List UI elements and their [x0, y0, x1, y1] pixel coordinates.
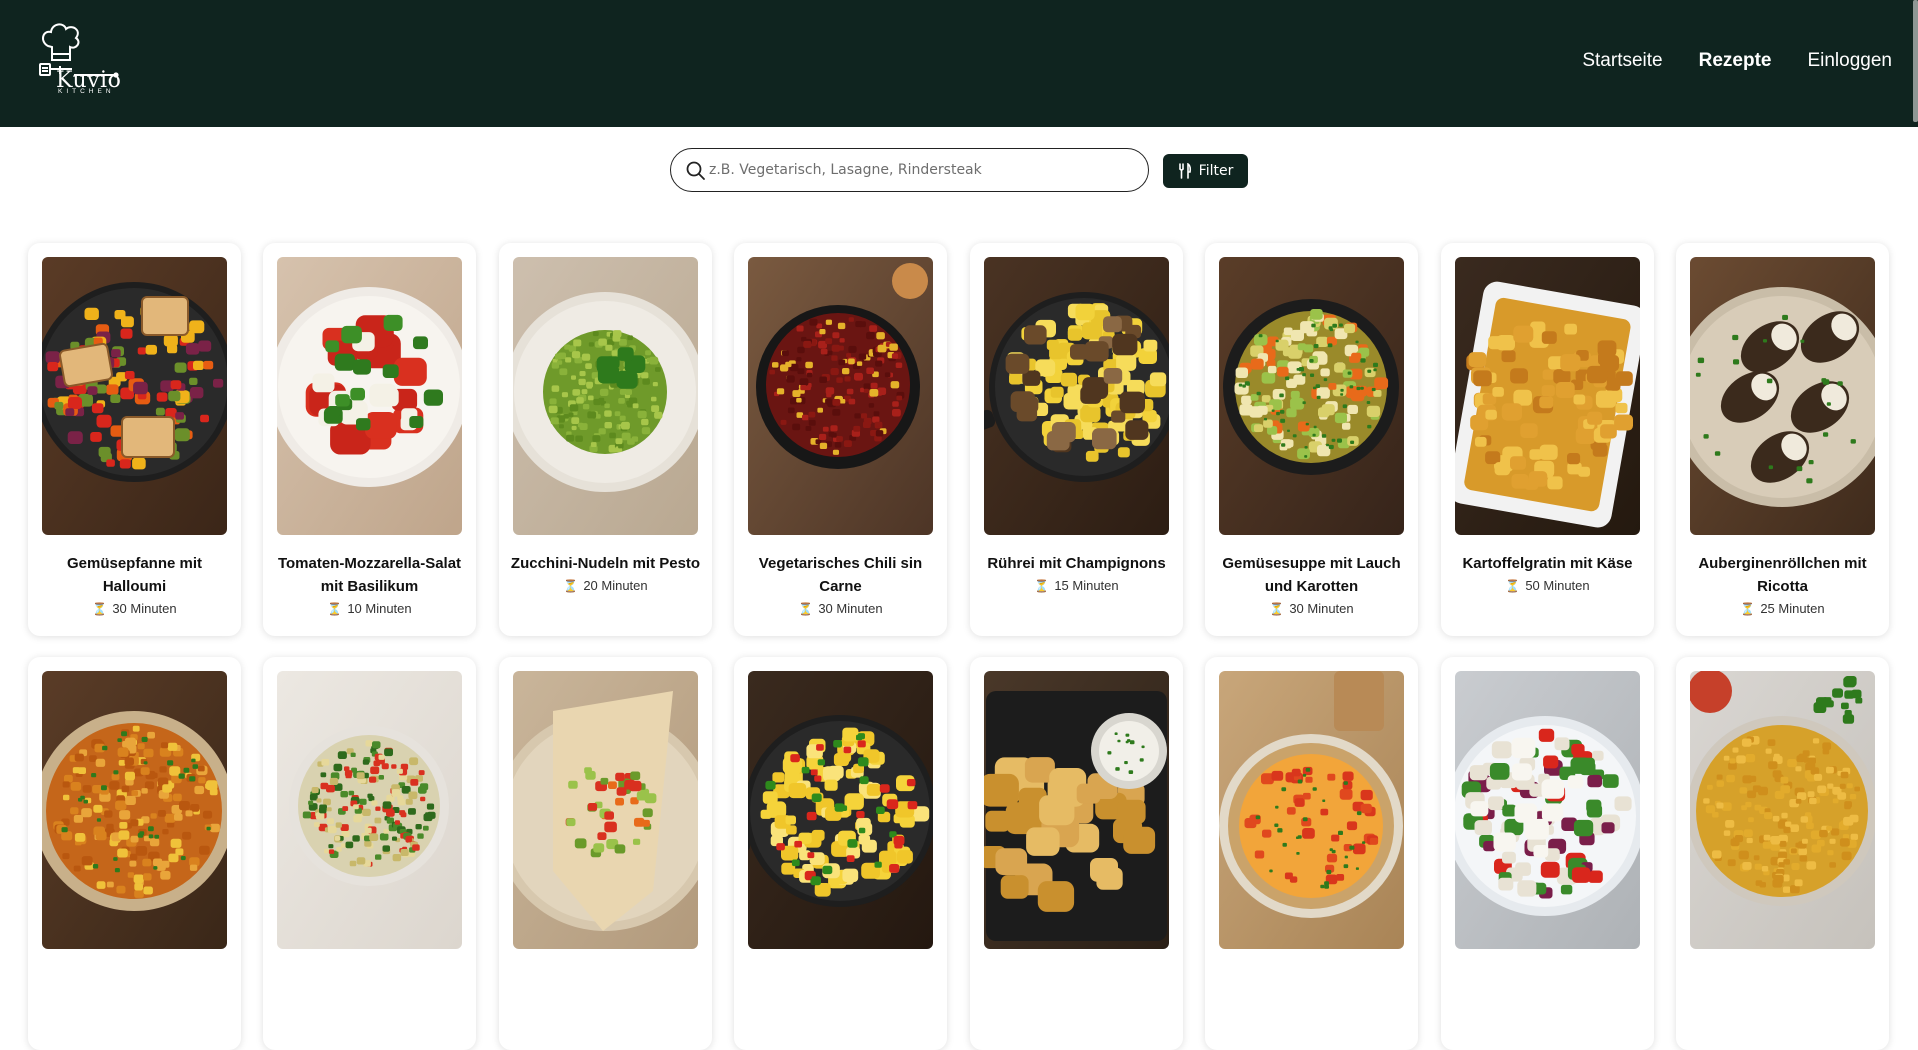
recipe-time: ⏳ 30 Minuten — [1215, 598, 1408, 620]
recipe-time-value: 30 Minuten — [818, 601, 882, 616]
recipe-card[interactable] — [499, 657, 712, 1050]
recipe-time-value: 50 Minuten — [1525, 578, 1589, 593]
recipe-title[interactable]: Vegetarisches Chili sin Carne ⏳ 30 Minuten — [744, 552, 937, 620]
recipe-time: ⏳ 30 Minuten — [744, 598, 937, 620]
hourglass-icon: ⏳ — [92, 602, 107, 616]
recipe-card[interactable]: Rührei mit Champignons ⏳ 15 Minuten — [970, 243, 1183, 636]
recipe-title-text: Vegetarisches Chili sin Carne — [759, 555, 922, 595]
search-icon — [685, 160, 707, 182]
recipe-card[interactable] — [734, 657, 947, 1050]
recipe-image[interactable] — [513, 257, 698, 535]
recipe-card[interactable] — [1441, 657, 1654, 1050]
header-bar: Kuvio KITCHEN Startseite Rezepte Einlogg… — [0, 0, 1918, 127]
cutlery-icon — [1178, 163, 1192, 179]
recipe-title-text: Tomaten-Mozzarella-Salat mit Basilikum — [278, 555, 461, 595]
recipe-image[interactable] — [1455, 671, 1640, 949]
filter-label: Filter — [1199, 163, 1234, 179]
recipe-title-text: Auberginenröllchen mit Ricotta — [1698, 555, 1866, 595]
recipe-title-text: Rührei mit Champignons — [987, 555, 1165, 572]
recipe-image[interactable] — [513, 671, 698, 949]
recipe-card[interactable]: Tomaten-Mozzarella-Salat mit Basilikum ⏳ 1… — [263, 243, 476, 636]
nav-startseite[interactable]: Startseite — [1582, 50, 1662, 72]
recipe-image[interactable] — [42, 671, 227, 949]
recipe-image[interactable] — [1219, 257, 1404, 535]
recipe-time: ⏳ 15 Minuten — [980, 575, 1173, 597]
recipe-title-text: Kartoffelgratin mit Käse — [1462, 555, 1632, 572]
filter-button[interactable]: Filter — [1163, 154, 1248, 188]
hourglass-icon: ⏳ — [327, 602, 342, 616]
recipe-card[interactable]: Zucchini-Nudeln mit Pesto ⏳ 20 Minuten — [499, 243, 712, 636]
recipe-time-value: 20 Minuten — [583, 578, 647, 593]
recipe-title[interactable]: Tomaten-Mozzarella-Salat mit Basilikum ⏳ 1… — [273, 552, 466, 620]
recipe-image[interactable] — [984, 671, 1169, 949]
recipe-card[interactable] — [970, 657, 1183, 1050]
hourglass-icon: ⏳ — [1034, 579, 1049, 593]
hourglass-icon: ⏳ — [798, 602, 813, 616]
recipe-image[interactable] — [42, 257, 227, 535]
recipe-image[interactable] — [748, 257, 933, 535]
recipe-card[interactable] — [1205, 657, 1418, 1050]
recipe-card[interactable]: Auberginenröllchen mit Ricotta ⏳ 25 Minute… — [1676, 243, 1889, 636]
hourglass-icon: ⏳ — [1269, 602, 1284, 616]
recipe-time: ⏳ 50 Minuten — [1451, 575, 1644, 597]
nav-rezepte[interactable]: Rezepte — [1699, 50, 1772, 72]
recipe-image[interactable] — [748, 671, 933, 949]
recipe-card[interactable]: Kartoffelgratin mit Käse ⏳ 50 Minuten — [1441, 243, 1654, 636]
recipe-card[interactable] — [263, 657, 476, 1050]
recipe-time-value: 10 Minuten — [347, 601, 411, 616]
recipe-card[interactable] — [28, 657, 241, 1050]
hourglass-icon: ⏳ — [1505, 579, 1520, 593]
hourglass-icon: ⏳ — [1740, 602, 1755, 616]
recipe-title[interactable]: Gemüsesuppe mit Lauch und Karotten ⏳ 30 Mi… — [1215, 552, 1408, 620]
recipe-image[interactable] — [277, 671, 462, 949]
recipe-image[interactable] — [1455, 257, 1640, 535]
recipe-image[interactable] — [1219, 671, 1404, 949]
recipe-title-text: Gemüsesuppe mit Lauch und Karotten — [1222, 555, 1400, 595]
recipe-title-text: Zucchini-Nudeln mit Pesto — [511, 555, 700, 572]
recipe-time: ⏳ 25 Minuten — [1686, 598, 1879, 620]
recipe-card[interactable]: Gemüsesuppe mit Lauch und Karotten ⏳ 30 Mi… — [1205, 243, 1418, 636]
recipe-card[interactable]: Gemüsepfanne mit Halloumi ⏳ 30 Minuten — [28, 243, 241, 636]
search-input[interactable] — [709, 157, 1129, 183]
recipe-title[interactable]: Auberginenröllchen mit Ricotta ⏳ 25 Minute… — [1686, 552, 1879, 620]
recipe-time-value: 30 Minuten — [1289, 601, 1353, 616]
nav-einloggen[interactable]: Einloggen — [1807, 50, 1892, 72]
recipe-card[interactable]: Vegetarisches Chili sin Carne ⏳ 30 Minuten — [734, 243, 947, 636]
recipe-time-value: 30 Minuten — [112, 601, 176, 616]
recipe-time-value: 25 Minuten — [1760, 601, 1824, 616]
hourglass-icon: ⏳ — [563, 579, 578, 593]
recipe-image[interactable] — [1690, 671, 1875, 949]
recipe-image[interactable] — [984, 257, 1169, 535]
recipe-time-value: 15 Minuten — [1054, 578, 1118, 593]
recipe-time: ⏳ 20 Minuten — [509, 575, 702, 597]
recipe-title-text: Gemüsepfanne mit Halloumi — [67, 555, 202, 595]
recipe-title[interactable]: Zucchini-Nudeln mit Pesto ⏳ 20 Minuten — [509, 552, 702, 597]
recipe-title[interactable]: Rührei mit Champignons ⏳ 15 Minuten — [980, 552, 1173, 597]
recipe-time: ⏳ 30 Minuten — [38, 598, 231, 620]
search-box — [670, 148, 1149, 192]
recipe-time: ⏳ 10 Minuten — [273, 598, 466, 620]
recipe-title[interactable]: Kartoffelgratin mit Käse ⏳ 50 Minuten — [1451, 552, 1644, 597]
recipe-image[interactable] — [277, 257, 462, 535]
recipe-image[interactable] — [1690, 257, 1875, 535]
brand-logo[interactable]: Kuvio KITCHEN — [38, 20, 148, 100]
recipe-title[interactable]: Gemüsepfanne mit Halloumi ⏳ 30 Minuten — [38, 552, 231, 620]
scrollbar-thumb[interactable] — [1913, 0, 1918, 122]
brand-subtitle: KITCHEN — [58, 88, 115, 95]
main-nav: Startseite Rezepte Einloggen — [1582, 50, 1892, 72]
recipe-card[interactable] — [1676, 657, 1889, 1050]
